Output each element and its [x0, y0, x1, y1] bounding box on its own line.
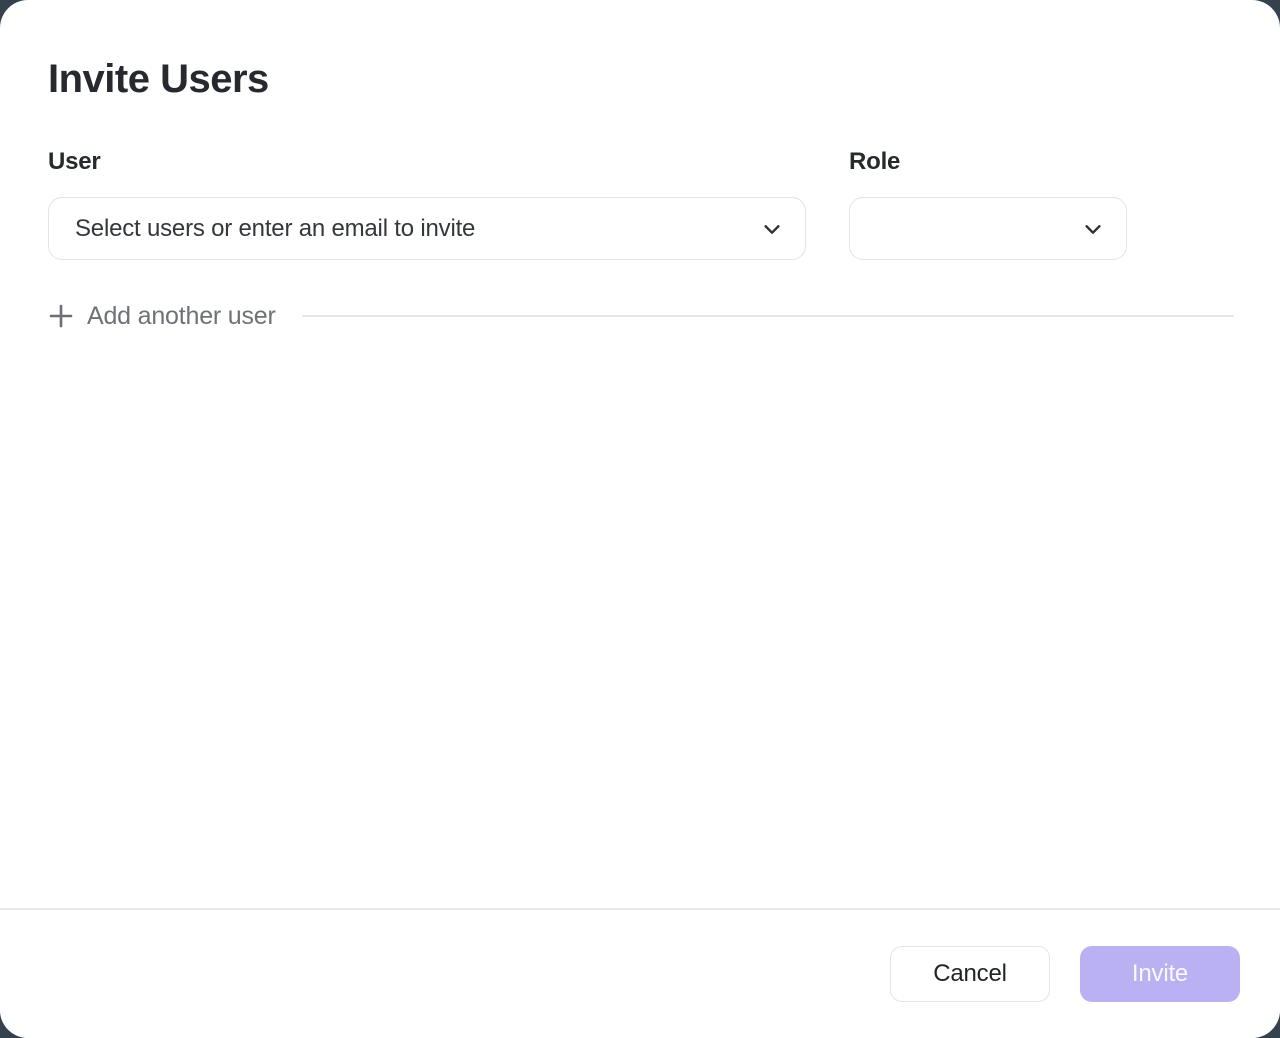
plus-icon [48, 303, 74, 329]
user-field-group: User Select users or enter an email to i… [48, 148, 806, 260]
user-select-placeholder: Select users or enter an email to invite [75, 215, 761, 243]
modal-body: Invite Users User Select users or enter … [0, 56, 1280, 332]
invite-fields-row: User Select users or enter an email to i… [48, 148, 1234, 260]
chevron-down-icon [761, 218, 783, 240]
add-user-row: Add another user [48, 300, 1234, 332]
role-select[interactable] [849, 197, 1127, 260]
user-field-label: User [48, 148, 806, 176]
add-another-user-label: Add another user [87, 302, 276, 331]
role-field-label: Role [849, 148, 1127, 176]
invite-button[interactable]: Invite [1080, 946, 1240, 1002]
user-select[interactable]: Select users or enter an email to invite [48, 197, 806, 260]
add-another-user-button[interactable]: Add another user [48, 302, 276, 331]
role-field-group: Role [849, 148, 1127, 260]
page-title: Invite Users [48, 56, 1234, 102]
divider [302, 315, 1234, 317]
modal-footer: Cancel Invite [0, 908, 1280, 1038]
invite-users-modal: Invite Users User Select users or enter … [0, 0, 1280, 1038]
cancel-button[interactable]: Cancel [890, 946, 1050, 1002]
chevron-down-icon [1082, 218, 1104, 240]
